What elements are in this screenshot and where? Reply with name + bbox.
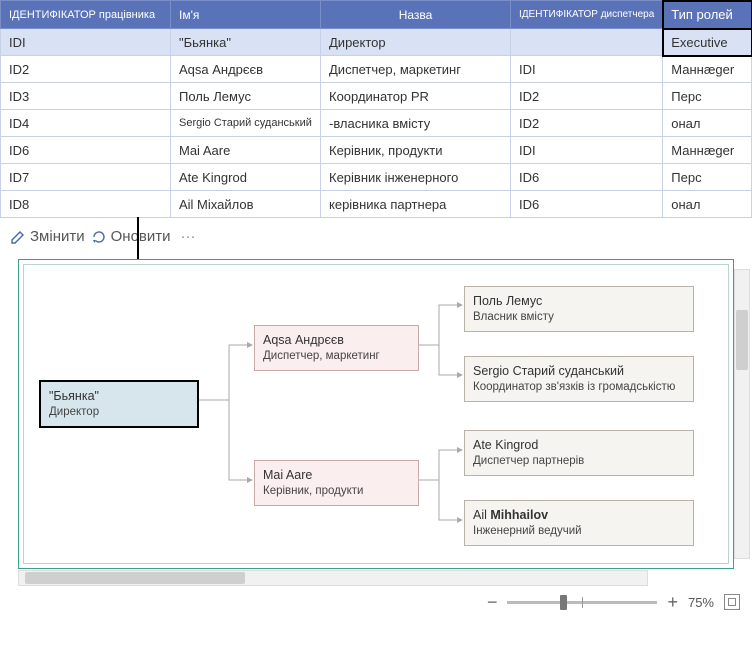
org-node[interactable]: Ate Kingrod Диспетчер партнерів <box>464 430 694 476</box>
edit-label: Змінити <box>30 228 85 245</box>
col-name[interactable]: Ім'я <box>171 1 321 29</box>
cell-name[interactable]: Sergio Старий суданський <box>171 110 321 137</box>
table-row[interactable]: ID6 Mai Aare Керівник, продукти IDI Манн… <box>1 137 752 164</box>
cell-role[interactable]: онал <box>663 110 752 137</box>
cell-name[interactable]: Aqsa Андрєєв <box>171 56 321 83</box>
cell-title[interactable]: -власника вмісту <box>321 110 511 137</box>
zoom-bar: − + 75% <box>0 587 752 621</box>
cell-id[interactable]: ID3 <box>1 83 171 110</box>
cell-role[interactable]: Перс <box>663 83 752 110</box>
table-row[interactable]: ID8 Ail Міхайлов керівника партнера ID6 … <box>1 191 752 218</box>
zoom-value: 75% <box>688 595 714 610</box>
scrollbar-thumb[interactable] <box>25 572 245 584</box>
org-node[interactable]: Sergio Старий суданський Координатор зв'… <box>464 356 694 402</box>
vertical-scrollbar[interactable] <box>734 269 750 559</box>
cell-id[interactable]: ID4 <box>1 110 171 137</box>
node-name: "Бьянка" <box>49 388 189 405</box>
cell-mgr[interactable]: ID2 <box>511 110 663 137</box>
horizontal-scrollbar[interactable] <box>18 570 648 586</box>
cell-id[interactable]: ID8 <box>1 191 171 218</box>
pencil-icon <box>10 229 26 245</box>
node-title: Керівник, продукти <box>263 484 410 500</box>
diagram-canvas[interactable]: "Бьянка" Директор Aqsa Андрєєв Диспетчер… <box>18 259 734 569</box>
refresh-icon <box>91 229 107 245</box>
cell-mgr[interactable]: ID6 <box>511 191 663 218</box>
zoom-out-button[interactable]: − <box>487 593 498 611</box>
org-node[interactable]: Ail Mihhailov Інженерний ведучий <box>464 500 694 546</box>
table-header-row: ІДЕНТИФІКАТОР працівника Ім'я Назва ІДЕН… <box>1 1 752 29</box>
col-employee-id[interactable]: ІДЕНТИФІКАТОР працівника <box>1 1 171 29</box>
cell-role[interactable]: Маннæger <box>663 137 752 164</box>
node-title: Диспетчер партнерів <box>473 454 685 470</box>
col-role-type[interactable]: Тип ролей <box>663 1 752 29</box>
col-title[interactable]: Назва <box>321 1 511 29</box>
cell-role[interactable]: онал <box>663 191 752 218</box>
node-title: Диспетчер, маркетинг <box>263 349 410 365</box>
table-row[interactable]: ID7 Ate Kingrod Керівник інженерного ID6… <box>1 164 752 191</box>
cell-title[interactable]: Координатор PR <box>321 83 511 110</box>
table-row[interactable]: IDI "Бьянка" Директор Executive <box>1 29 752 56</box>
table-row[interactable]: ID4 Sergio Старий суданський -власника в… <box>1 110 752 137</box>
cell-title[interactable]: Диспетчер, маркетинг <box>321 56 511 83</box>
employee-table: ІДЕНТИФІКАТОР працівника Ім'я Назва ІДЕН… <box>0 0 752 218</box>
cell-title[interactable]: Директор <box>321 29 511 56</box>
node-name: Поль Лемус <box>473 293 685 310</box>
node-name: Aqsa Андрєєв <box>263 332 410 349</box>
node-name: Mai Aare <box>263 467 410 484</box>
cell-mgr[interactable]: ID2 <box>511 83 663 110</box>
cell-role[interactable]: Перс <box>663 164 752 191</box>
table-row[interactable]: ID3 Поль Лемус Координатор PR ID2 Перс <box>1 83 752 110</box>
scrollbar-thumb[interactable] <box>736 310 748 370</box>
node-title: Координатор зв'язків із громадськістю <box>473 380 685 396</box>
zoom-slider[interactable] <box>507 601 657 604</box>
cell-name[interactable]: "Бьянка" <box>171 29 321 56</box>
cell-title[interactable]: Керівник інженерного <box>321 164 511 191</box>
node-title: Директор <box>49 405 189 421</box>
node-title: Інженерний ведучий <box>473 524 685 540</box>
cell-mgr[interactable]: IDI <box>511 137 663 164</box>
org-node-root[interactable]: "Бьянка" Директор <box>39 380 199 428</box>
cell-mgr[interactable] <box>511 29 663 56</box>
cell-id[interactable]: ID7 <box>1 164 171 191</box>
cell-mgr[interactable]: ID6 <box>511 164 663 191</box>
cell-role[interactable]: Executive <box>663 29 752 56</box>
cell-id[interactable]: ID2 <box>1 56 171 83</box>
zoom-in-button[interactable]: + <box>667 593 678 611</box>
cell-mgr[interactable]: IDI <box>511 56 663 83</box>
org-node[interactable]: Поль Лемус Власник вмісту <box>464 286 694 332</box>
node-title: Власник вмісту <box>473 310 685 326</box>
cell-name[interactable]: Ate Kingrod <box>171 164 321 191</box>
diagram-viewport: "Бьянка" Директор Aqsa Андрєєв Диспетчер… <box>0 253 752 569</box>
edit-button[interactable]: Змінити <box>10 228 85 245</box>
cell-name[interactable]: Mai Aare <box>171 137 321 164</box>
cell-name[interactable]: Ail Міхайлов <box>171 191 321 218</box>
node-name: Sergio Старий суданський <box>473 363 685 380</box>
node-name: Ail Mihhailov <box>473 507 685 524</box>
zoom-tick <box>582 597 583 608</box>
col-manager-id[interactable]: ІДЕНТИФІКАТОР диспетчера <box>511 1 663 29</box>
org-node[interactable]: Mai Aare Керівник, продукти <box>254 460 419 506</box>
cell-role[interactable]: Маннæger <box>663 56 752 83</box>
org-node[interactable]: Aqsa Андрєєв Диспетчер, маркетинг <box>254 325 419 371</box>
table-row[interactable]: ID2 Aqsa Андрєєв Диспетчер, маркетинг ID… <box>1 56 752 83</box>
zoom-handle[interactable] <box>560 595 567 610</box>
fit-to-window-button[interactable] <box>724 594 740 610</box>
cell-title[interactable]: Керівник, продукти <box>321 137 511 164</box>
cell-name[interactable]: Поль Лемус <box>171 83 321 110</box>
cell-title[interactable]: керівника партнера <box>321 191 511 218</box>
cell-id[interactable]: ID6 <box>1 137 171 164</box>
node-name: Ate Kingrod <box>473 437 685 454</box>
cell-id[interactable]: IDI <box>1 29 171 56</box>
